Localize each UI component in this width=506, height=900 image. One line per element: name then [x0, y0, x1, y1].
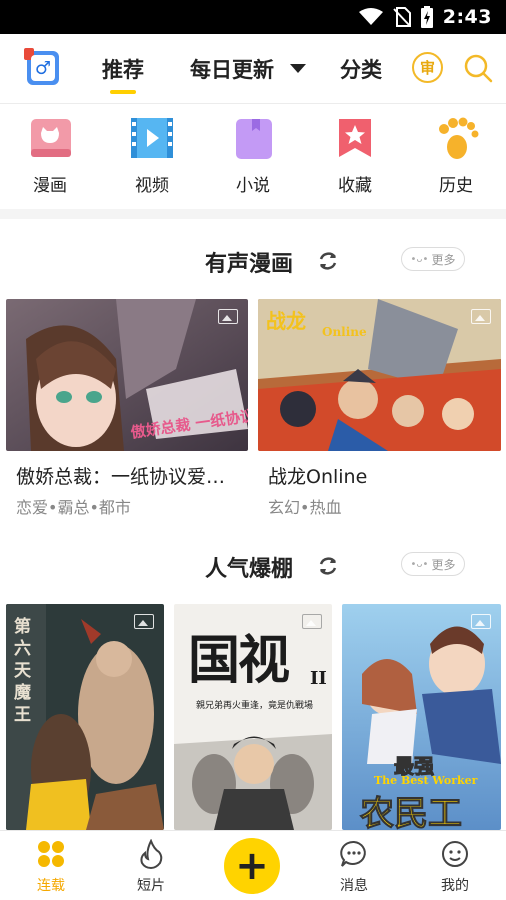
dots-icon: •ᴗ• [410, 253, 429, 265]
clover-icon [36, 839, 66, 869]
comic-card-tags: 恋爱•霸总•都市 [16, 498, 131, 517]
top-nav: ♂ 推荐 每日更新 分类 审 [0, 34, 506, 104]
quick-entry-novel[interactable]: 小说 [223, 115, 283, 196]
bottom-nav-shorts[interactable]: 短片 [116, 838, 186, 895]
section-divider [0, 209, 506, 219]
review-badge-button[interactable]: 审 [412, 52, 443, 83]
comic-card-cover[interactable]: 国视 II 親兄弟再火重逢，竟是仇戰場 [174, 604, 332, 830]
flame-icon [136, 838, 166, 870]
comic-card-title[interactable]: 战龙Online [268, 462, 500, 489]
quick-entry-row: 漫画 视频 小说 收藏 历史 [0, 105, 506, 209]
section-title-popular: 人气爆棚 [205, 557, 294, 582]
more-button-audio-comics[interactable]: •ᴗ• 更多 [401, 247, 465, 271]
tab-daily-update[interactable]: 每日更新 [190, 54, 274, 84]
image-badge-icon [471, 614, 491, 629]
image-badge-icon [302, 614, 322, 629]
no-sim-icon [393, 7, 411, 27]
comic-book-icon [27, 115, 73, 161]
comic-card-cover[interactable]: 傲娇总裁 一纸协议爱上 [6, 299, 248, 451]
quick-entry-video[interactable]: 视频 [122, 115, 182, 196]
comic-card-title[interactable]: 傲娇总裁：一纸协议爱… [16, 462, 248, 489]
quick-entry-comic[interactable]: 漫画 [20, 115, 80, 196]
comic-card-cover[interactable]: 战龙 Online [258, 299, 501, 451]
bottom-nav-serial[interactable]: 连载 [16, 839, 86, 895]
novel-book-icon [230, 115, 276, 161]
more-button-popular[interactable]: •ᴗ• 更多 [401, 552, 465, 576]
search-icon[interactable] [463, 53, 493, 83]
quick-entry-history[interactable]: 历史 [426, 115, 486, 196]
app-logo[interactable]: ♂ [24, 48, 59, 85]
refresh-icon[interactable] [316, 249, 340, 273]
footprint-history-icon [433, 115, 479, 161]
tab-recommend[interactable]: 推荐 [102, 54, 144, 84]
tab-category[interactable]: 分类 [340, 54, 382, 84]
refresh-icon[interactable] [316, 554, 340, 578]
status-bar: 2:43 [0, 0, 506, 34]
battery-charging-icon [420, 6, 433, 28]
image-badge-icon [134, 614, 154, 629]
dots-icon: •ᴗ• [410, 558, 429, 570]
bottom-nav-messages[interactable]: 消息 [319, 839, 389, 895]
smiley-profile-icon [440, 839, 470, 869]
bottom-nav: 连载 短片 + 消息 我的 [0, 830, 506, 900]
add-button[interactable]: + [224, 838, 280, 894]
comic-card-tags: 玄幻•热血 [268, 498, 342, 517]
bottom-nav-profile[interactable]: 我的 [420, 839, 490, 895]
image-badge-icon [471, 309, 491, 324]
comic-card-cover[interactable]: 第六天魔王 [6, 604, 164, 830]
clock: 2:43 [442, 6, 492, 28]
wifi-icon [358, 8, 383, 25]
section-title-audio-comics: 有声漫画 [205, 252, 294, 277]
video-icon [129, 115, 175, 161]
chevron-down-icon[interactable] [290, 64, 306, 73]
quick-entry-favorites[interactable]: 收藏 [325, 115, 385, 196]
image-badge-icon [218, 309, 238, 324]
comic-card-cover[interactable]: 最强 The Best Worker 农民工 [342, 604, 501, 830]
message-bubble-icon [339, 839, 369, 869]
favorite-star-icon [332, 115, 378, 161]
